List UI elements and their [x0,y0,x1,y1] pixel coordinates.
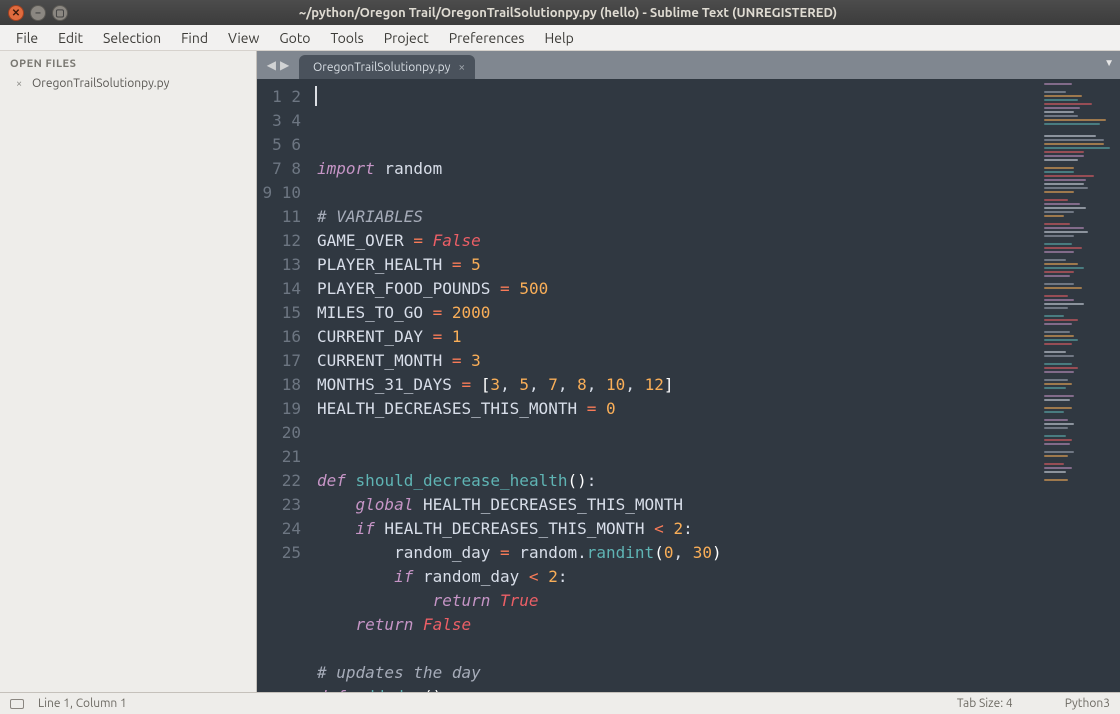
tab-active[interactable]: OregonTrailSolutionpy.py × [299,55,475,79]
menu-help[interactable]: Help [534,27,583,49]
tab-history-nav[interactable]: ◀ ▶ [257,51,299,79]
menu-selection[interactable]: Selection [93,27,171,49]
window-controls: ✕ – ▢ [0,5,76,21]
menu-edit[interactable]: Edit [48,27,93,49]
code-editor[interactable]: import random # VARIABLESGAME_OVER = Fal… [313,79,1038,692]
minimize-icon[interactable]: – [30,5,46,21]
editor-area: ◀ ▶ OregonTrailSolutionpy.py × ▼ 1 2 3 4… [257,51,1120,692]
close-file-icon[interactable]: × [16,78,28,90]
app-window: ✕ – ▢ ~/python/Oregon Trail/OregonTrailS… [0,0,1120,714]
close-icon[interactable]: ✕ [8,5,24,21]
menu-tools[interactable]: Tools [321,27,374,49]
panel-switcher-icon[interactable] [10,699,24,709]
status-syntax[interactable]: Python3 [1065,697,1110,710]
tab-overflow-icon[interactable]: ▼ [1104,57,1114,69]
tab-label: OregonTrailSolutionpy.py [313,61,450,74]
status-position[interactable]: Line 1, Column 1 [38,697,127,710]
menubar: File Edit Selection Find View Goto Tools… [0,25,1120,51]
nav-back-icon[interactable]: ◀ [267,58,276,72]
sidebar: OPEN FILES × OregonTrailSolutionpy.py [0,51,257,692]
maximize-icon[interactable]: ▢ [52,5,68,21]
window-title: ~/python/Oregon Trail/OregonTrailSolutio… [76,6,1120,20]
editor-row: 1 2 3 4 5 6 7 8 9 10 11 12 13 14 15 16 1… [257,79,1120,692]
menu-file[interactable]: File [6,27,48,49]
menu-find[interactable]: Find [171,27,218,49]
menu-view[interactable]: View [218,27,269,49]
tab-close-icon[interactable]: × [458,61,465,74]
nav-forward-icon[interactable]: ▶ [280,58,289,72]
statusbar: Line 1, Column 1 Tab Size: 4 Python3 [0,692,1120,714]
status-tab-size[interactable]: Tab Size: 4 [957,697,1013,710]
titlebar: ✕ – ▢ ~/python/Oregon Trail/OregonTrailS… [0,0,1120,25]
line-gutter: 1 2 3 4 5 6 7 8 9 10 11 12 13 14 15 16 1… [257,79,313,692]
text-cursor [315,86,317,106]
minimap[interactable] [1038,79,1120,692]
menu-preferences[interactable]: Preferences [439,27,535,49]
tabstrip: ◀ ▶ OregonTrailSolutionpy.py × ▼ [257,51,1120,79]
menu-goto[interactable]: Goto [269,27,320,49]
menu-project[interactable]: Project [374,27,439,49]
open-file-item[interactable]: × OregonTrailSolutionpy.py [0,74,256,93]
body: OPEN FILES × OregonTrailSolutionpy.py ◀ … [0,51,1120,692]
open-file-name: OregonTrailSolutionpy.py [32,77,169,90]
open-files-header: OPEN FILES [0,51,256,74]
